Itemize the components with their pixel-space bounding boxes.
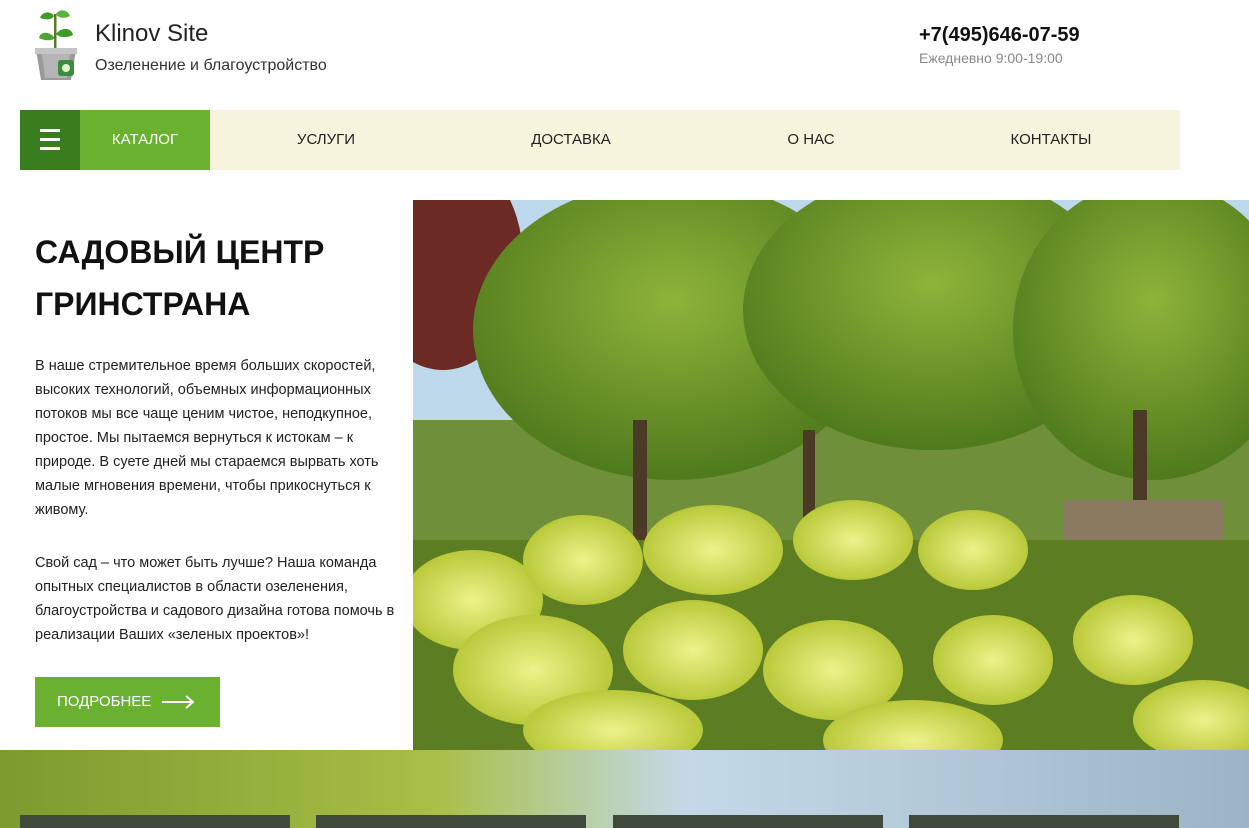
nav-item-contacts[interactable]: КОНТАКТЫ <box>996 110 1106 170</box>
category-tile[interactable] <box>613 815 883 828</box>
arrow-right-icon <box>162 694 196 714</box>
menu-icon[interactable] <box>20 110 80 170</box>
logo-image[interactable] <box>30 8 82 82</box>
hero-title: САДОВЫЙ ЦЕНТР ГРИНСТРАНА <box>35 234 325 322</box>
hero-paragraph-2: Свой сад – что может быть лучше? Наша ко… <box>35 555 395 643</box>
hero-paragraph-1: В наше стремительное время больших скоро… <box>35 358 379 518</box>
working-hours: Ежедневно 9:00-19:00 <box>919 50 1063 66</box>
more-button[interactable]: ПОДРОБНЕЕ <box>35 677 220 727</box>
main-nav: КАТАЛОГ УСЛУГИ ДОСТАВКА О НАС КОНТАКТЫ <box>20 110 1180 170</box>
category-tile[interactable] <box>20 815 290 828</box>
category-tile[interactable] <box>316 815 586 828</box>
section-background-image <box>0 750 1249 828</box>
nav-item-about[interactable]: О НАС <box>766 110 856 170</box>
site-tagline: Озеленение и благоустройство <box>95 57 327 74</box>
hero-garden-image <box>413 200 1249 750</box>
more-button-label: ПОДРОБНЕЕ <box>57 693 152 710</box>
nav-item-services[interactable]: УСЛУГИ <box>276 110 376 170</box>
nav-item-delivery[interactable]: ДОСТАВКА <box>516 110 626 170</box>
nav-catalog-button[interactable]: КАТАЛОГ <box>80 110 210 170</box>
site-name[interactable]: Klinov Site <box>95 20 208 48</box>
phone-number[interactable]: +7(495)646-07-59 <box>919 24 1080 47</box>
category-tile[interactable] <box>909 815 1179 828</box>
